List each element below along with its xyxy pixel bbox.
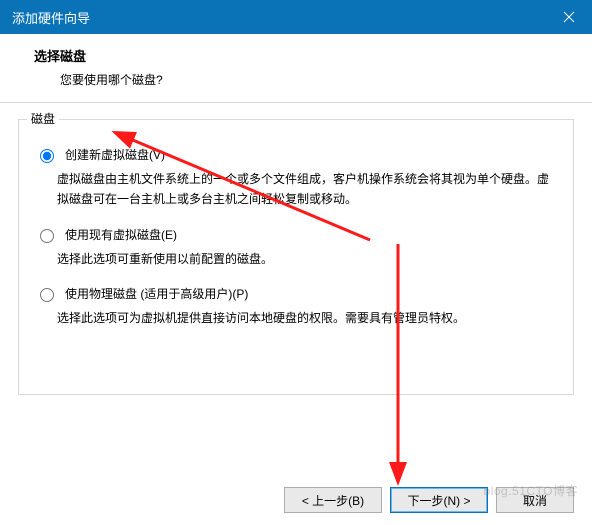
option-create-new-desc: 虚拟磁盘由主机文件系统上的一个或多个文件组成，客户机操作系统会将其视为单个硬盘。… (57, 169, 557, 210)
option-physical-label: 使用物理磁盘 (适用于高级用户)(P) (65, 285, 248, 302)
option-physical-desc: 选择此选项可为虚拟机提供直接访问本地硬盘的权限。需要具有管理员特权。 (57, 308, 557, 328)
option-physical: 使用物理磁盘 (适用于高级用户)(P) 选择此选项可为虚拟机提供直接访问本地硬盘… (35, 285, 557, 328)
radio-physical[interactable] (40, 288, 54, 302)
radio-use-existing[interactable] (40, 229, 54, 243)
page-title: 选择磁盘 (34, 46, 574, 65)
title-bar: 添加硬件向导 (0, 0, 592, 34)
radio-create-new[interactable] (40, 149, 54, 163)
wizard-footer: < 上一步(B) 下一步(N) > 取消 (284, 487, 574, 513)
close-button[interactable] (546, 0, 592, 34)
group-legend: 磁盘 (27, 110, 59, 127)
option-use-existing-desc: 选择此选项可重新使用以前配置的磁盘。 (57, 249, 557, 269)
option-use-existing-label: 使用现有虚拟磁盘(E) (65, 226, 177, 243)
window-title: 添加硬件向导 (12, 8, 90, 27)
back-button[interactable]: < 上一步(B) (284, 487, 382, 513)
cancel-button[interactable]: 取消 (496, 487, 574, 513)
disk-groupbox: 磁盘 创建新虚拟磁盘(V) 虚拟磁盘由主机文件系统上的一个或多个文件组成，客户机… (18, 119, 574, 395)
next-button[interactable]: 下一步(N) > (390, 487, 488, 513)
wizard-body: 磁盘 创建新虚拟磁盘(V) 虚拟磁盘由主机文件系统上的一个或多个文件组成，客户机… (0, 103, 592, 395)
page-subtitle: 您要使用哪个磁盘? (60, 71, 574, 88)
close-icon (563, 11, 575, 23)
option-create-new-row[interactable]: 创建新虚拟磁盘(V) (35, 146, 557, 163)
option-use-existing: 使用现有虚拟磁盘(E) 选择此选项可重新使用以前配置的磁盘。 (35, 226, 557, 269)
wizard-header: 选择磁盘 您要使用哪个磁盘? (0, 34, 592, 103)
option-physical-row[interactable]: 使用物理磁盘 (适用于高级用户)(P) (35, 285, 557, 302)
option-create-new: 创建新虚拟磁盘(V) 虚拟磁盘由主机文件系统上的一个或多个文件组成，客户机操作系… (35, 146, 557, 210)
option-use-existing-row[interactable]: 使用现有虚拟磁盘(E) (35, 226, 557, 243)
option-create-new-label: 创建新虚拟磁盘(V) (65, 146, 165, 163)
